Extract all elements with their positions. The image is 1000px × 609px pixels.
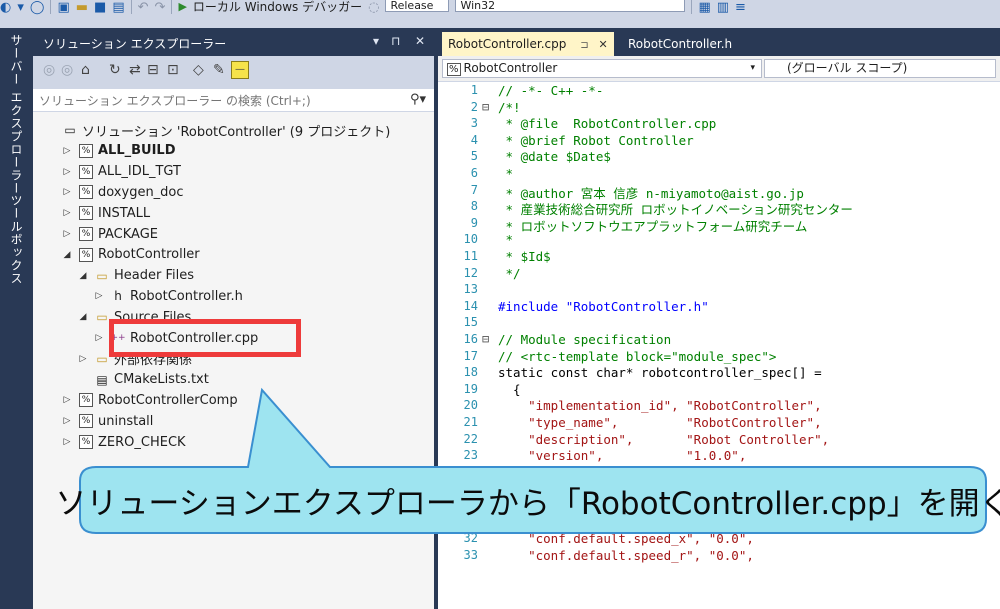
callout-text: ソリューションエクスプローラから「RobotController.cpp」を開く <box>55 485 1000 522</box>
